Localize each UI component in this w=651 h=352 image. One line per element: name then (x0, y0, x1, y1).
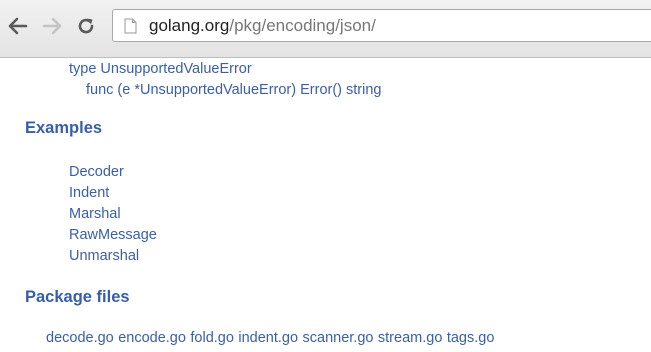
back-button[interactable] (6, 14, 30, 38)
reload-button[interactable] (74, 14, 98, 38)
examples-heading: Examples (25, 119, 103, 137)
back-arrow-icon (8, 17, 28, 35)
address-bar[interactable]: golang.org/pkg/encoding/json/ (112, 9, 651, 42)
example-link[interactable]: Marshal (69, 205, 121, 223)
file-link[interactable]: indent.go (238, 330, 298, 346)
file-link[interactable]: fold.go (190, 330, 234, 346)
file-link[interactable]: tags.go (447, 330, 495, 346)
index-func-link[interactable]: func (e *UnsupportedValueError) Error() … (86, 81, 381, 99)
page-content: type UnsupportedValueError func (e *Unsu… (0, 58, 651, 352)
forward-button[interactable] (40, 14, 64, 38)
browser-toolbar: golang.org/pkg/encoding/json/ (0, 0, 651, 58)
example-link[interactable]: Unmarshal (69, 247, 139, 265)
package-files-heading: Package files (25, 288, 130, 306)
forward-arrow-icon (42, 17, 62, 35)
example-link[interactable]: RawMessage (69, 226, 157, 244)
index-type-link[interactable]: type UnsupportedValueError (69, 60, 252, 78)
page-icon (124, 18, 137, 34)
example-link[interactable]: Decoder (69, 163, 124, 181)
url-domain: golang.org (149, 15, 230, 35)
example-link[interactable]: Indent (69, 184, 109, 202)
package-files-list: decode.go encode.go fold.go indent.go sc… (46, 329, 494, 347)
file-link[interactable]: stream.go (378, 330, 442, 346)
url-text: golang.org/pkg/encoding/json/ (149, 16, 376, 36)
file-link[interactable]: encode.go (118, 330, 186, 346)
file-link[interactable]: scanner.go (303, 330, 374, 346)
url-path: /pkg/encoding/json/ (229, 15, 376, 35)
file-link[interactable]: decode.go (46, 330, 114, 346)
reload-icon (78, 18, 94, 34)
